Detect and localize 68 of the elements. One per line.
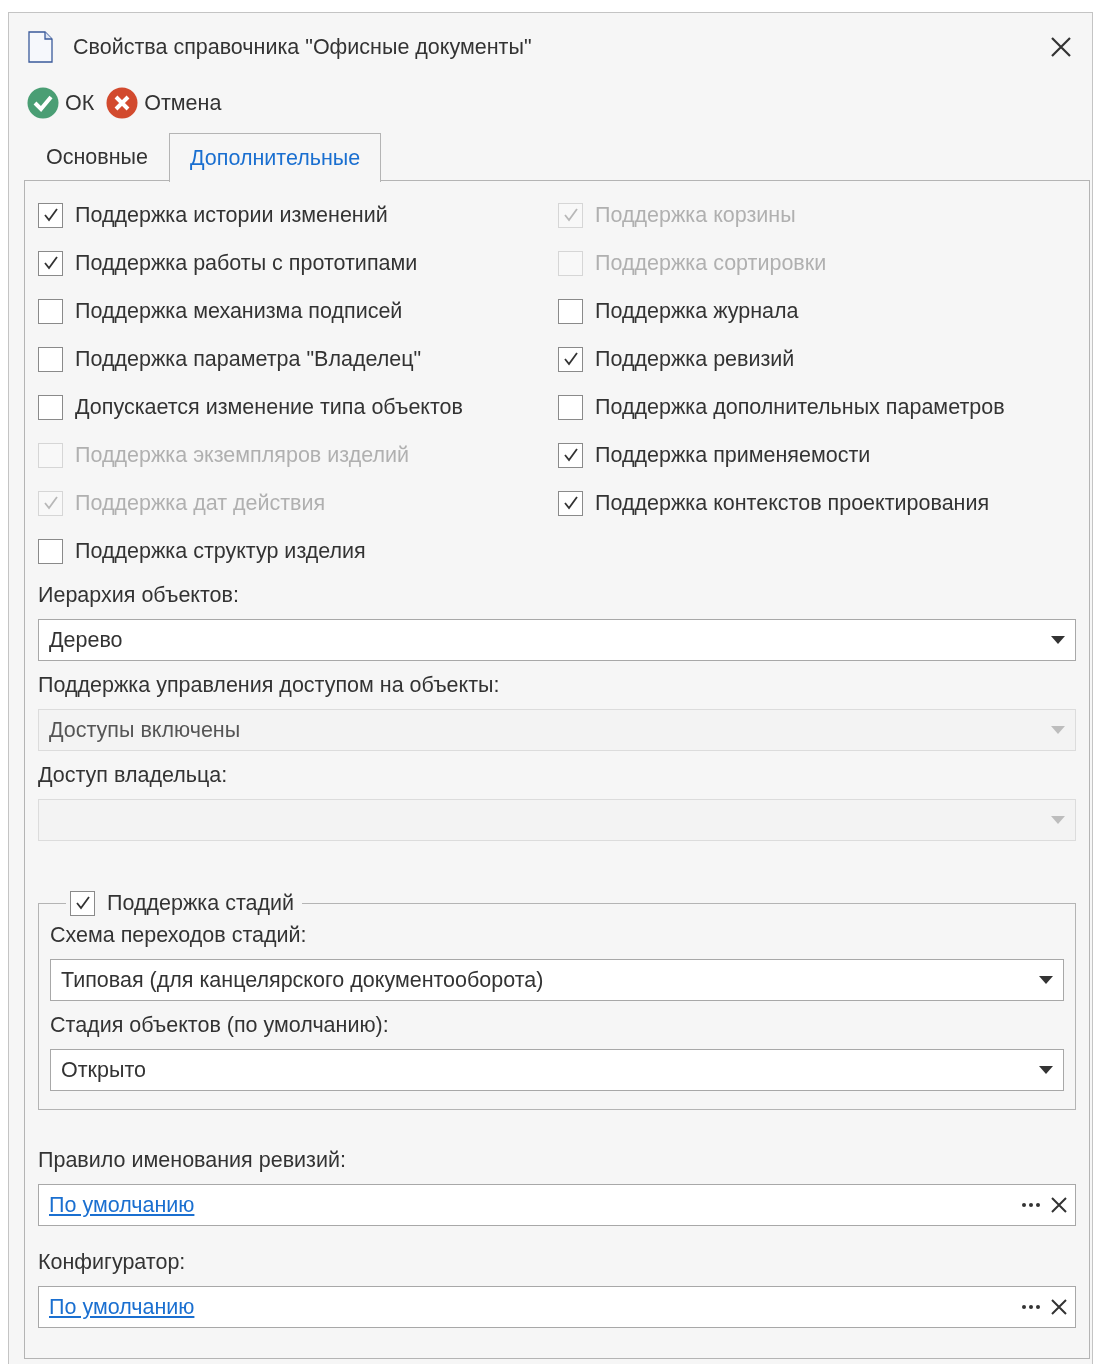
checkmark-icon [41, 494, 60, 512]
dropdown-arrow-icon [1051, 726, 1065, 734]
checkbox-label: Поддержка журнала [595, 298, 799, 324]
checkbox-label: Поддержка ревизий [595, 346, 795, 372]
checkmark-icon [561, 494, 580, 512]
checkbox[interactable] [38, 298, 63, 324]
checkbox[interactable] [558, 490, 583, 516]
checkbox-label: Допускается изменение типа объектов [75, 394, 463, 420]
checkbox[interactable] [38, 538, 63, 564]
checkbox-label: Поддержка работы с прототипами [75, 250, 418, 276]
value-link[interactable]: По умолчанию [49, 1192, 195, 1218]
dropdown[interactable]: Открыто [50, 1049, 1064, 1091]
checkbox-label: Поддержка экземпляров изделий [75, 442, 409, 468]
checkmark-icon [73, 894, 92, 912]
checkbox-label: Поддержка дополнительных параметров [595, 394, 1005, 420]
checkbox-label: Поддержка структур изделия [75, 538, 366, 564]
dropdown[interactable]: Типовая (для канцелярского документооборота) [50, 959, 1064, 1001]
field-label: Схема переходов стадий: [50, 922, 308, 949]
document-icon [27, 31, 53, 63]
checkbox-label: Поддержка дат действия [75, 490, 326, 516]
checkbox-label: Поддержка применяемости [595, 442, 871, 468]
tab[interactable]: Основные [25, 133, 169, 181]
checkmark-icon [561, 206, 580, 224]
value-link[interactable]: По умолчанию [49, 1294, 195, 1320]
checkbox-label: Поддержка сортировки [595, 250, 827, 276]
checkbox[interactable] [558, 346, 583, 372]
field-label: Конфигуратор: [38, 1249, 187, 1276]
checkbox-label: Поддержка корзины [595, 202, 796, 228]
checkbox[interactable] [70, 890, 95, 916]
checkbox[interactable] [38, 250, 63, 276]
clear-icon[interactable] [1051, 1299, 1067, 1315]
close-icon[interactable] [1050, 36, 1072, 58]
checkbox-label: Поддержка механизма подписей [75, 298, 403, 324]
dropdown[interactable]: Дерево [38, 619, 1076, 661]
cancel-icon [106, 87, 139, 119]
field-label: Правило именования ревизий: [38, 1147, 347, 1174]
window-title: Свойства справочника "Офисные документы" [73, 34, 533, 60]
checkbox-label: Поддержка параметра "Владелец" [75, 346, 422, 372]
field-label: Иерархия объектов: [38, 582, 240, 609]
checkbox-label: Поддержка контекстов проектирования [595, 490, 990, 516]
ok-button[interactable]: ОК [27, 87, 99, 119]
dropdown-arrow-icon [1051, 816, 1065, 824]
tab[interactable]: Дополнительные [169, 133, 382, 182]
checkbox[interactable] [38, 202, 63, 228]
more-icon[interactable] [1021, 1202, 1041, 1208]
checkbox[interactable] [558, 442, 583, 468]
dropdown-arrow-icon [1051, 636, 1065, 644]
checkbox-label: Поддержка стадий [107, 890, 294, 916]
field-label: Поддержка управления доступом на объекты: [38, 672, 501, 699]
checkbox[interactable] [558, 298, 583, 324]
dropdown-arrow-icon [1039, 1066, 1053, 1074]
link-field[interactable]: По умолчанию [38, 1184, 1076, 1226]
checkbox-label: Поддержка истории изменений [75, 202, 388, 228]
check-icon [27, 87, 59, 119]
more-icon[interactable] [1021, 1304, 1041, 1310]
checkbox[interactable] [38, 346, 63, 372]
checkmark-icon [41, 206, 60, 224]
checkmark-icon [41, 254, 60, 272]
checkmark-icon [561, 446, 580, 464]
dropdown-arrow-icon [1039, 976, 1053, 984]
link-field[interactable]: По умолчанию [38, 1286, 1076, 1328]
checkbox[interactable] [38, 394, 63, 420]
clear-icon[interactable] [1051, 1197, 1067, 1213]
field-label: Доступ владельца: [38, 762, 229, 789]
checkbox[interactable] [558, 394, 583, 420]
cancel-button[interactable]: Отмена [106, 87, 226, 119]
field-label: Стадия объектов (по умолчанию): [50, 1012, 390, 1039]
checkmark-icon [561, 350, 580, 368]
